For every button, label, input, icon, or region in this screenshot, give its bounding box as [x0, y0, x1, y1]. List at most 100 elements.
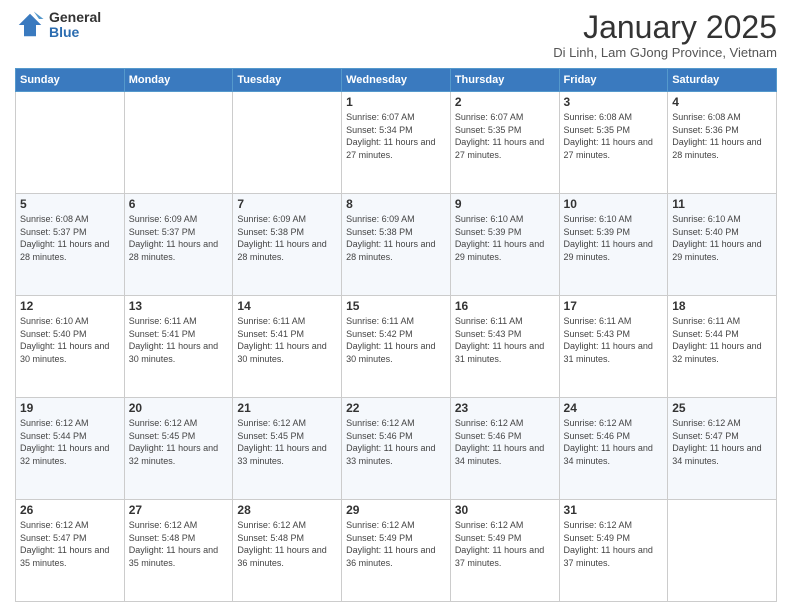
calendar-cell: 1 Sunrise: 6:07 AMSunset: 5:34 PMDaylight… — [342, 92, 451, 194]
day-number: 13 — [129, 299, 229, 313]
calendar-cell: 4 Sunrise: 6:08 AMSunset: 5:36 PMDaylight… — [668, 92, 777, 194]
day-info: Sunrise: 6:08 AMSunset: 5:37 PMDaylight:… — [20, 213, 120, 263]
day-number: 11 — [672, 197, 772, 211]
day-number: 4 — [672, 95, 772, 109]
day-info: Sunrise: 6:10 AMSunset: 5:39 PMDaylight:… — [455, 213, 555, 263]
day-info: Sunrise: 6:12 AMSunset: 5:49 PMDaylight:… — [564, 519, 664, 569]
day-number: 24 — [564, 401, 664, 415]
day-info: Sunrise: 6:08 AMSunset: 5:36 PMDaylight:… — [672, 111, 772, 161]
day-info: Sunrise: 6:10 AMSunset: 5:40 PMDaylight:… — [20, 315, 120, 365]
day-info: Sunrise: 6:12 AMSunset: 5:45 PMDaylight:… — [129, 417, 229, 467]
day-number: 9 — [455, 197, 555, 211]
calendar-cell: 3 Sunrise: 6:08 AMSunset: 5:35 PMDaylight… — [559, 92, 668, 194]
calendar-cell: 19Sunrise: 6:12 AMSunset: 5:44 PMDayligh… — [16, 398, 125, 500]
day-number: 12 — [20, 299, 120, 313]
calendar-cell: 31 Sunrise: 6:12 AMSunset: 5:49 PMDayligh… — [559, 500, 668, 602]
calendar-cell: 23 Sunrise: 6:12 AMSunset: 5:46 PMDayligh… — [450, 398, 559, 500]
day-info: Sunrise: 6:11 AMSunset: 5:41 PMDaylight:… — [129, 315, 229, 365]
day-number: 10 — [564, 197, 664, 211]
calendar-week-5: 26 Sunrise: 6:12 AMSunset: 5:47 PMDayligh… — [16, 500, 777, 602]
calendar-cell: 13 Sunrise: 6:11 AMSunset: 5:41 PMDayligh… — [124, 296, 233, 398]
day-info: Sunrise: 6:09 AMSunset: 5:38 PMDaylight:… — [346, 213, 446, 263]
calendar-week-1: 1 Sunrise: 6:07 AMSunset: 5:34 PMDaylight… — [16, 92, 777, 194]
calendar-cell: 28Sunrise: 6:12 AMSunset: 5:48 PMDayligh… — [233, 500, 342, 602]
day-info: Sunrise: 6:12 AMSunset: 5:46 PMDaylight:… — [455, 417, 555, 467]
calendar-cell: 10 Sunrise: 6:10 AMSunset: 5:39 PMDayligh… — [559, 194, 668, 296]
calendar-cell: 30Sunrise: 6:12 AMSunset: 5:49 PMDayligh… — [450, 500, 559, 602]
day-info: Sunrise: 6:12 AMSunset: 5:46 PMDaylight:… — [564, 417, 664, 467]
calendar-cell: 11 Sunrise: 6:10 AMSunset: 5:40 PMDayligh… — [668, 194, 777, 296]
day-number: 27 — [129, 503, 229, 517]
day-number: 23 — [455, 401, 555, 415]
day-number: 26 — [20, 503, 120, 517]
day-info: Sunrise: 6:07 AMSunset: 5:35 PMDaylight:… — [455, 111, 555, 161]
calendar-cell: 8 Sunrise: 6:09 AMSunset: 5:38 PMDaylight… — [342, 194, 451, 296]
logo-general-text: General — [49, 10, 101, 25]
calendar-week-4: 19Sunrise: 6:12 AMSunset: 5:44 PMDayligh… — [16, 398, 777, 500]
calendar-table: SundayMondayTuesdayWednesdayThursdayFrid… — [15, 68, 777, 602]
calendar-cell — [668, 500, 777, 602]
calendar-cell: 20 Sunrise: 6:12 AMSunset: 5:45 PMDayligh… — [124, 398, 233, 500]
logo-text: General Blue — [49, 10, 101, 41]
weekday-header-wednesday: Wednesday — [342, 69, 451, 92]
day-number: 31 — [564, 503, 664, 517]
day-info: Sunrise: 6:12 AMSunset: 5:49 PMDaylight:… — [346, 519, 446, 569]
logo-blue-text: Blue — [49, 25, 101, 40]
logo: General Blue — [15, 10, 101, 41]
day-info: Sunrise: 6:12 AMSunset: 5:49 PMDaylight:… — [455, 519, 555, 569]
day-number: 3 — [564, 95, 664, 109]
weekday-header-thursday: Thursday — [450, 69, 559, 92]
day-number: 1 — [346, 95, 446, 109]
day-info: Sunrise: 6:07 AMSunset: 5:34 PMDaylight:… — [346, 111, 446, 161]
calendar-week-2: 5 Sunrise: 6:08 AMSunset: 5:37 PMDaylight… — [16, 194, 777, 296]
day-info: Sunrise: 6:11 AMSunset: 5:44 PMDaylight:… — [672, 315, 772, 365]
day-info: Sunrise: 6:12 AMSunset: 5:44 PMDaylight:… — [20, 417, 120, 467]
weekday-header-monday: Monday — [124, 69, 233, 92]
day-info: Sunrise: 6:09 AMSunset: 5:38 PMDaylight:… — [237, 213, 337, 263]
calendar-cell: 6Sunrise: 6:09 AMSunset: 5:37 PMDaylight… — [124, 194, 233, 296]
month-title: January 2025 — [553, 10, 777, 45]
calendar-cell: 27 Sunrise: 6:12 AMSunset: 5:48 PMDayligh… — [124, 500, 233, 602]
calendar-cell: 21Sunrise: 6:12 AMSunset: 5:45 PMDayligh… — [233, 398, 342, 500]
day-info: Sunrise: 6:12 AMSunset: 5:48 PMDaylight:… — [237, 519, 337, 569]
weekday-header-row: SundayMondayTuesdayWednesdayThursdayFrid… — [16, 69, 777, 92]
logo-icon — [15, 10, 45, 40]
calendar-cell — [124, 92, 233, 194]
day-number: 21 — [237, 401, 337, 415]
day-info: Sunrise: 6:12 AMSunset: 5:47 PMDaylight:… — [20, 519, 120, 569]
title-block: January 2025 Di Linh, Lam GJong Province… — [553, 10, 777, 60]
calendar-week-3: 12 Sunrise: 6:10 AMSunset: 5:40 PMDayligh… — [16, 296, 777, 398]
calendar-cell: 17 Sunrise: 6:11 AMSunset: 5:43 PMDayligh… — [559, 296, 668, 398]
calendar-cell: 5 Sunrise: 6:08 AMSunset: 5:37 PMDaylight… — [16, 194, 125, 296]
day-info: Sunrise: 6:10 AMSunset: 5:40 PMDaylight:… — [672, 213, 772, 263]
calendar-cell: 25Sunrise: 6:12 AMSunset: 5:47 PMDayligh… — [668, 398, 777, 500]
calendar-cell: 12 Sunrise: 6:10 AMSunset: 5:40 PMDayligh… — [16, 296, 125, 398]
day-info: Sunrise: 6:11 AMSunset: 5:43 PMDaylight:… — [564, 315, 664, 365]
calendar-cell: 2 Sunrise: 6:07 AMSunset: 5:35 PMDaylight… — [450, 92, 559, 194]
day-number: 8 — [346, 197, 446, 211]
day-number: 20 — [129, 401, 229, 415]
day-number: 17 — [564, 299, 664, 313]
calendar-cell: 24 Sunrise: 6:12 AMSunset: 5:46 PMDayligh… — [559, 398, 668, 500]
location: Di Linh, Lam GJong Province, Vietnam — [553, 45, 777, 60]
day-number: 25 — [672, 401, 772, 415]
day-info: Sunrise: 6:08 AMSunset: 5:35 PMDaylight:… — [564, 111, 664, 161]
calendar-cell: 14Sunrise: 6:11 AMSunset: 5:41 PMDayligh… — [233, 296, 342, 398]
calendar-cell: 29 Sunrise: 6:12 AMSunset: 5:49 PMDayligh… — [342, 500, 451, 602]
calendar-cell — [16, 92, 125, 194]
day-number: 2 — [455, 95, 555, 109]
day-number: 7 — [237, 197, 337, 211]
calendar-cell — [233, 92, 342, 194]
weekday-header-friday: Friday — [559, 69, 668, 92]
day-info: Sunrise: 6:11 AMSunset: 5:41 PMDaylight:… — [237, 315, 337, 365]
day-info: Sunrise: 6:10 AMSunset: 5:39 PMDaylight:… — [564, 213, 664, 263]
calendar-cell: 18Sunrise: 6:11 AMSunset: 5:44 PMDayligh… — [668, 296, 777, 398]
day-number: 29 — [346, 503, 446, 517]
day-info: Sunrise: 6:12 AMSunset: 5:46 PMDaylight:… — [346, 417, 446, 467]
calendar-cell: 9 Sunrise: 6:10 AMSunset: 5:39 PMDaylight… — [450, 194, 559, 296]
day-info: Sunrise: 6:12 AMSunset: 5:48 PMDaylight:… — [129, 519, 229, 569]
day-number: 5 — [20, 197, 120, 211]
weekday-header-sunday: Sunday — [16, 69, 125, 92]
weekday-header-tuesday: Tuesday — [233, 69, 342, 92]
day-number: 22 — [346, 401, 446, 415]
